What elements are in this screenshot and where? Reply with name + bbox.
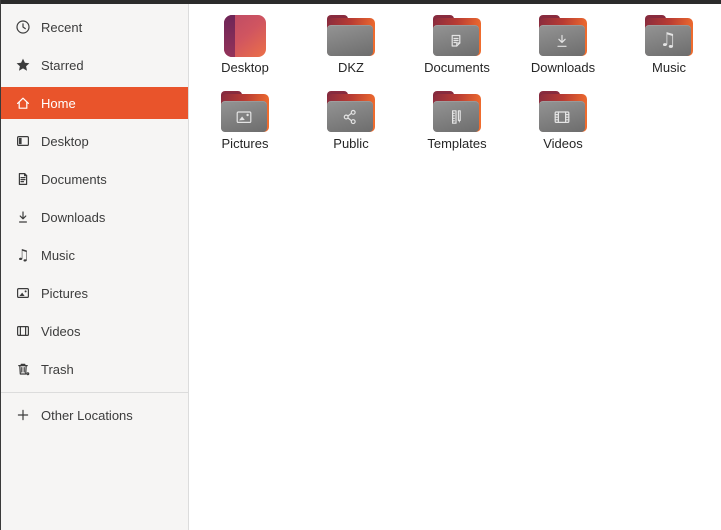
folder-icon-shape [433,15,481,57]
download-emblem [539,25,585,56]
folder-icon [433,14,481,58]
file-item-public[interactable]: Public [298,84,404,160]
file-item-dkz[interactable]: DKZ [298,8,404,84]
sidebar-item-desktop[interactable]: Desktop [1,122,188,160]
desktop-gradient-tile [224,15,266,57]
sidebar-item-label: Other Locations [41,407,133,423]
sidebar-item-label: Pictures [41,285,88,301]
star-icon [15,57,31,73]
sidebar-item-label: Downloads [41,209,106,225]
folder-icon-shape [221,91,269,133]
ruler-pencil-emblem [433,101,479,132]
folder-icon [221,90,269,134]
sidebar-item-label: Home [41,95,76,111]
places-sidebar: Recent Starred Home Desktop Documents Downloa… [1,4,189,530]
sidebar-item-label: Starred [41,57,84,73]
folder-icon-shape [433,91,481,133]
sidebar-item-music[interactable]: ♫ Music [1,236,188,274]
sidebar-item-downloads[interactable]: Downloads [1,198,188,236]
sidebar-item-label: Recent [41,19,83,35]
document-emblem [433,25,479,56]
clock-icon [15,19,31,35]
file-manager-window: Recent Starred Home Desktop Documents Downloa… [0,0,721,530]
window-left-edge [0,0,1,530]
folder-icon-shape [539,15,587,57]
sidebar-item-label: Music [41,247,75,263]
home-icon [15,95,31,111]
folder-icon [539,90,587,134]
folder-icon-shape: ♫ [645,15,693,57]
sidebar-item-label: Trash [41,361,74,377]
picture-icon [15,285,31,301]
folder-icon [327,90,375,134]
desktop-tile-left-strip [224,15,235,57]
folder-icon [433,90,481,134]
file-item-pictures[interactable]: Pictures [192,84,298,160]
folder-icon-shape [539,91,587,133]
document-icon [15,171,31,187]
picture-emblem [221,101,267,132]
file-item-videos[interactable]: Videos [510,84,616,160]
file-item-label: Videos [543,136,583,151]
file-item-documents[interactable]: Documents [404,8,510,84]
sidebar-bottom-list: Other Locations [1,396,188,434]
file-item-label: Desktop [221,60,269,75]
sidebar-item-videos[interactable]: Videos [1,312,188,350]
folder-view: Desktop DKZ Documents Downloads ♫ Music Pictur… [189,4,721,530]
file-item-label: Documents [424,60,490,75]
file-item-label: Pictures [221,136,269,151]
folder-icon-shape [327,91,375,133]
file-item-desktop[interactable]: Desktop [192,8,298,84]
trash-icon [15,361,31,377]
sidebar-item-pictures[interactable]: Pictures [1,274,188,312]
folder-icon [539,14,587,58]
sidebar-item-home[interactable]: Home [1,84,188,122]
sidebar-separator [1,392,188,393]
sidebar-list: Recent Starred Home Desktop Documents Downloa… [1,8,188,388]
file-item-label: Downloads [530,60,596,75]
sidebar-item-starred[interactable]: Starred [1,46,188,84]
film-emblem [539,101,585,132]
folder-icon-shape [327,15,375,57]
folder-front [327,25,373,56]
file-item-templates[interactable]: Templates [404,84,510,160]
sidebar-item-label: Documents [41,171,107,187]
window-top-edge [0,0,721,4]
sidebar-item-other-locations[interactable]: Other Locations [1,396,188,434]
film-icon [15,323,31,339]
sidebar-item-recent[interactable]: Recent [1,8,188,46]
desktop-icon [15,133,31,149]
file-item-label: Templates [427,136,487,151]
plus-icon [15,407,31,423]
file-item-label: DKZ [338,60,364,75]
folder-icon: ♫ [645,14,693,58]
music-note-icon: ♫ [16,245,30,264]
folder-icon [327,14,375,58]
file-item-label: Public [333,136,369,151]
sidebar-item-trash[interactable]: Trash [1,350,188,388]
file-item-label: Music [652,60,686,75]
download-icon [15,209,31,225]
file-item-downloads[interactable]: Downloads [510,8,616,84]
desktop-special-icon [221,14,269,58]
icon-grid: Desktop DKZ Documents Downloads ♫ Music Pictur… [189,4,721,160]
sidebar-item-documents[interactable]: Documents [1,160,188,198]
sidebar-item-label: Desktop [41,133,89,149]
sidebar-item-label: Videos [41,323,81,339]
share-emblem [327,101,373,132]
file-item-music[interactable]: ♫ Music [616,8,721,84]
music-note-emblem: ♫ [659,29,677,51]
